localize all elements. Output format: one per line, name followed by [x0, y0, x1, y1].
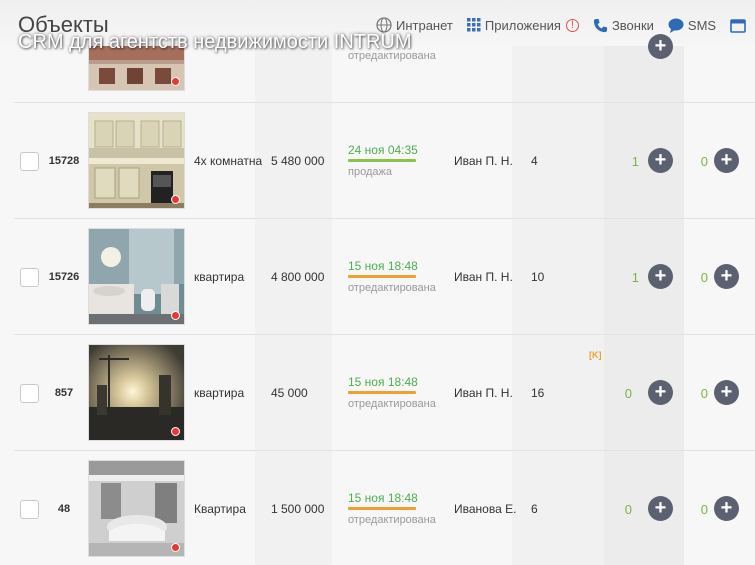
table-row[interactable]: 15726 квартира 4 800 000 15 ноя 18:48 от… — [14, 218, 755, 334]
photo-tag-icon — [171, 77, 180, 86]
object-id[interactable]: 15728 — [44, 155, 84, 167]
agent-name[interactable]: Иванова Е. — [454, 502, 516, 516]
add-button[interactable]: + — [648, 148, 673, 173]
chat-icon — [668, 18, 684, 33]
object-type: квартира — [194, 270, 245, 284]
k-tag[interactable]: [K] — [589, 350, 602, 360]
updated-date: 15 ноя 18:48 — [348, 491, 418, 505]
add-button[interactable]: + — [714, 264, 739, 289]
object-price: 4 800 000 — [271, 270, 325, 284]
status-bar — [348, 159, 416, 162]
status-bar — [348, 507, 416, 510]
photo-tag-icon — [171, 195, 180, 204]
updated-date: 24 ноя 04:35 — [348, 143, 418, 157]
row-checkbox[interactable] — [20, 268, 39, 287]
count-1: 1 — [631, 154, 639, 169]
agent-name[interactable]: Иван П. Н. — [454, 386, 516, 400]
agent-name[interactable]: Иван П. Н. — [454, 270, 516, 284]
nav-calendar[interactable] — [730, 18, 750, 33]
status-bar — [348, 275, 416, 278]
status-bar — [348, 391, 416, 394]
rooms-count: 10 — [531, 270, 545, 284]
top-nav: Интранет Приложения ! Звонки SMS — [376, 17, 750, 33]
nav-calls[interactable]: Звонки — [593, 18, 654, 33]
count-2: 0 — [700, 386, 708, 401]
photo-tag-icon — [171, 311, 180, 320]
property-photo[interactable] — [88, 460, 185, 557]
object-price: 1 500 000 — [271, 502, 325, 516]
property-photo[interactable] — [88, 228, 185, 325]
count-2: 0 — [700, 270, 708, 285]
object-id[interactable]: 857 — [44, 387, 84, 399]
video-caption: CRM для агентств недвижимости INTRUM — [18, 31, 412, 53]
agent-name[interactable]: Иван П. Н. — [454, 154, 516, 168]
count-1: 0 — [624, 502, 632, 517]
object-price: 45 000 — [271, 386, 308, 400]
nav-sms-label: SMS — [687, 17, 717, 33]
object-type: квартира — [194, 386, 245, 400]
count-1: 0 — [624, 386, 632, 401]
rooms-count: 4 — [531, 154, 538, 168]
add-button[interactable]: + — [714, 496, 739, 521]
count-1: 1 — [631, 270, 639, 285]
table-row[interactable]: 48 Квартира 1 500 000 15 ноя 18:48 отред… — [14, 450, 755, 565]
grid-icon — [466, 18, 481, 32]
row-checkbox[interactable] — [20, 152, 39, 171]
updated-date: 15 ноя 18:48 — [348, 375, 418, 389]
count-2: 0 — [700, 154, 708, 169]
object-type: Квартира — [194, 502, 246, 516]
row-checkbox[interactable] — [20, 500, 39, 519]
nav-sms[interactable]: SMS — [668, 18, 716, 33]
row-checkbox[interactable] — [20, 384, 39, 403]
status-text: отредактирована — [348, 398, 436, 410]
table-row[interactable]: 857 квартира 45 000 15 ноя 18:48 отредак… — [14, 334, 755, 450]
add-button[interactable]: + — [714, 380, 739, 405]
add-button[interactable]: + — [648, 380, 673, 405]
status-text: продажа — [348, 166, 392, 178]
add-button[interactable]: + — [648, 496, 673, 521]
add-button[interactable]: + — [648, 34, 673, 59]
property-photo[interactable] — [88, 112, 185, 209]
updated-date: 15 ноя 18:48 — [348, 259, 418, 273]
phone-icon — [593, 18, 607, 32]
table-row-partial[interactable]: отредактирована + — [14, 34, 755, 102]
object-id[interactable]: 15726 — [44, 271, 84, 283]
add-button[interactable]: + — [648, 264, 673, 289]
rooms-count: 6 — [531, 502, 538, 516]
table-row[interactable]: 15728 4х комнатная 5 480 000 24 ноя 04:3… — [14, 102, 755, 218]
nav-apps-label: Приложения — [484, 17, 561, 33]
object-price: 5 480 000 — [271, 154, 325, 168]
nav-apps[interactable]: Приложения ! — [466, 17, 579, 33]
property-photo[interactable] — [88, 344, 185, 441]
photo-tag-icon — [171, 543, 180, 552]
nav-calls-label: Звонки — [611, 17, 654, 33]
rooms-count: 16 — [531, 386, 545, 400]
count-2: 0 — [700, 502, 708, 517]
object-type: 4х комнатная — [194, 154, 262, 168]
alert-icon: ! — [565, 18, 579, 32]
photo-tag-icon — [171, 427, 180, 436]
status-text: отредактирована — [348, 282, 436, 294]
status-text: отредактирована — [348, 514, 436, 526]
object-id[interactable]: 48 — [44, 503, 84, 515]
add-button[interactable]: + — [714, 148, 739, 173]
calendar-icon — [730, 18, 746, 33]
